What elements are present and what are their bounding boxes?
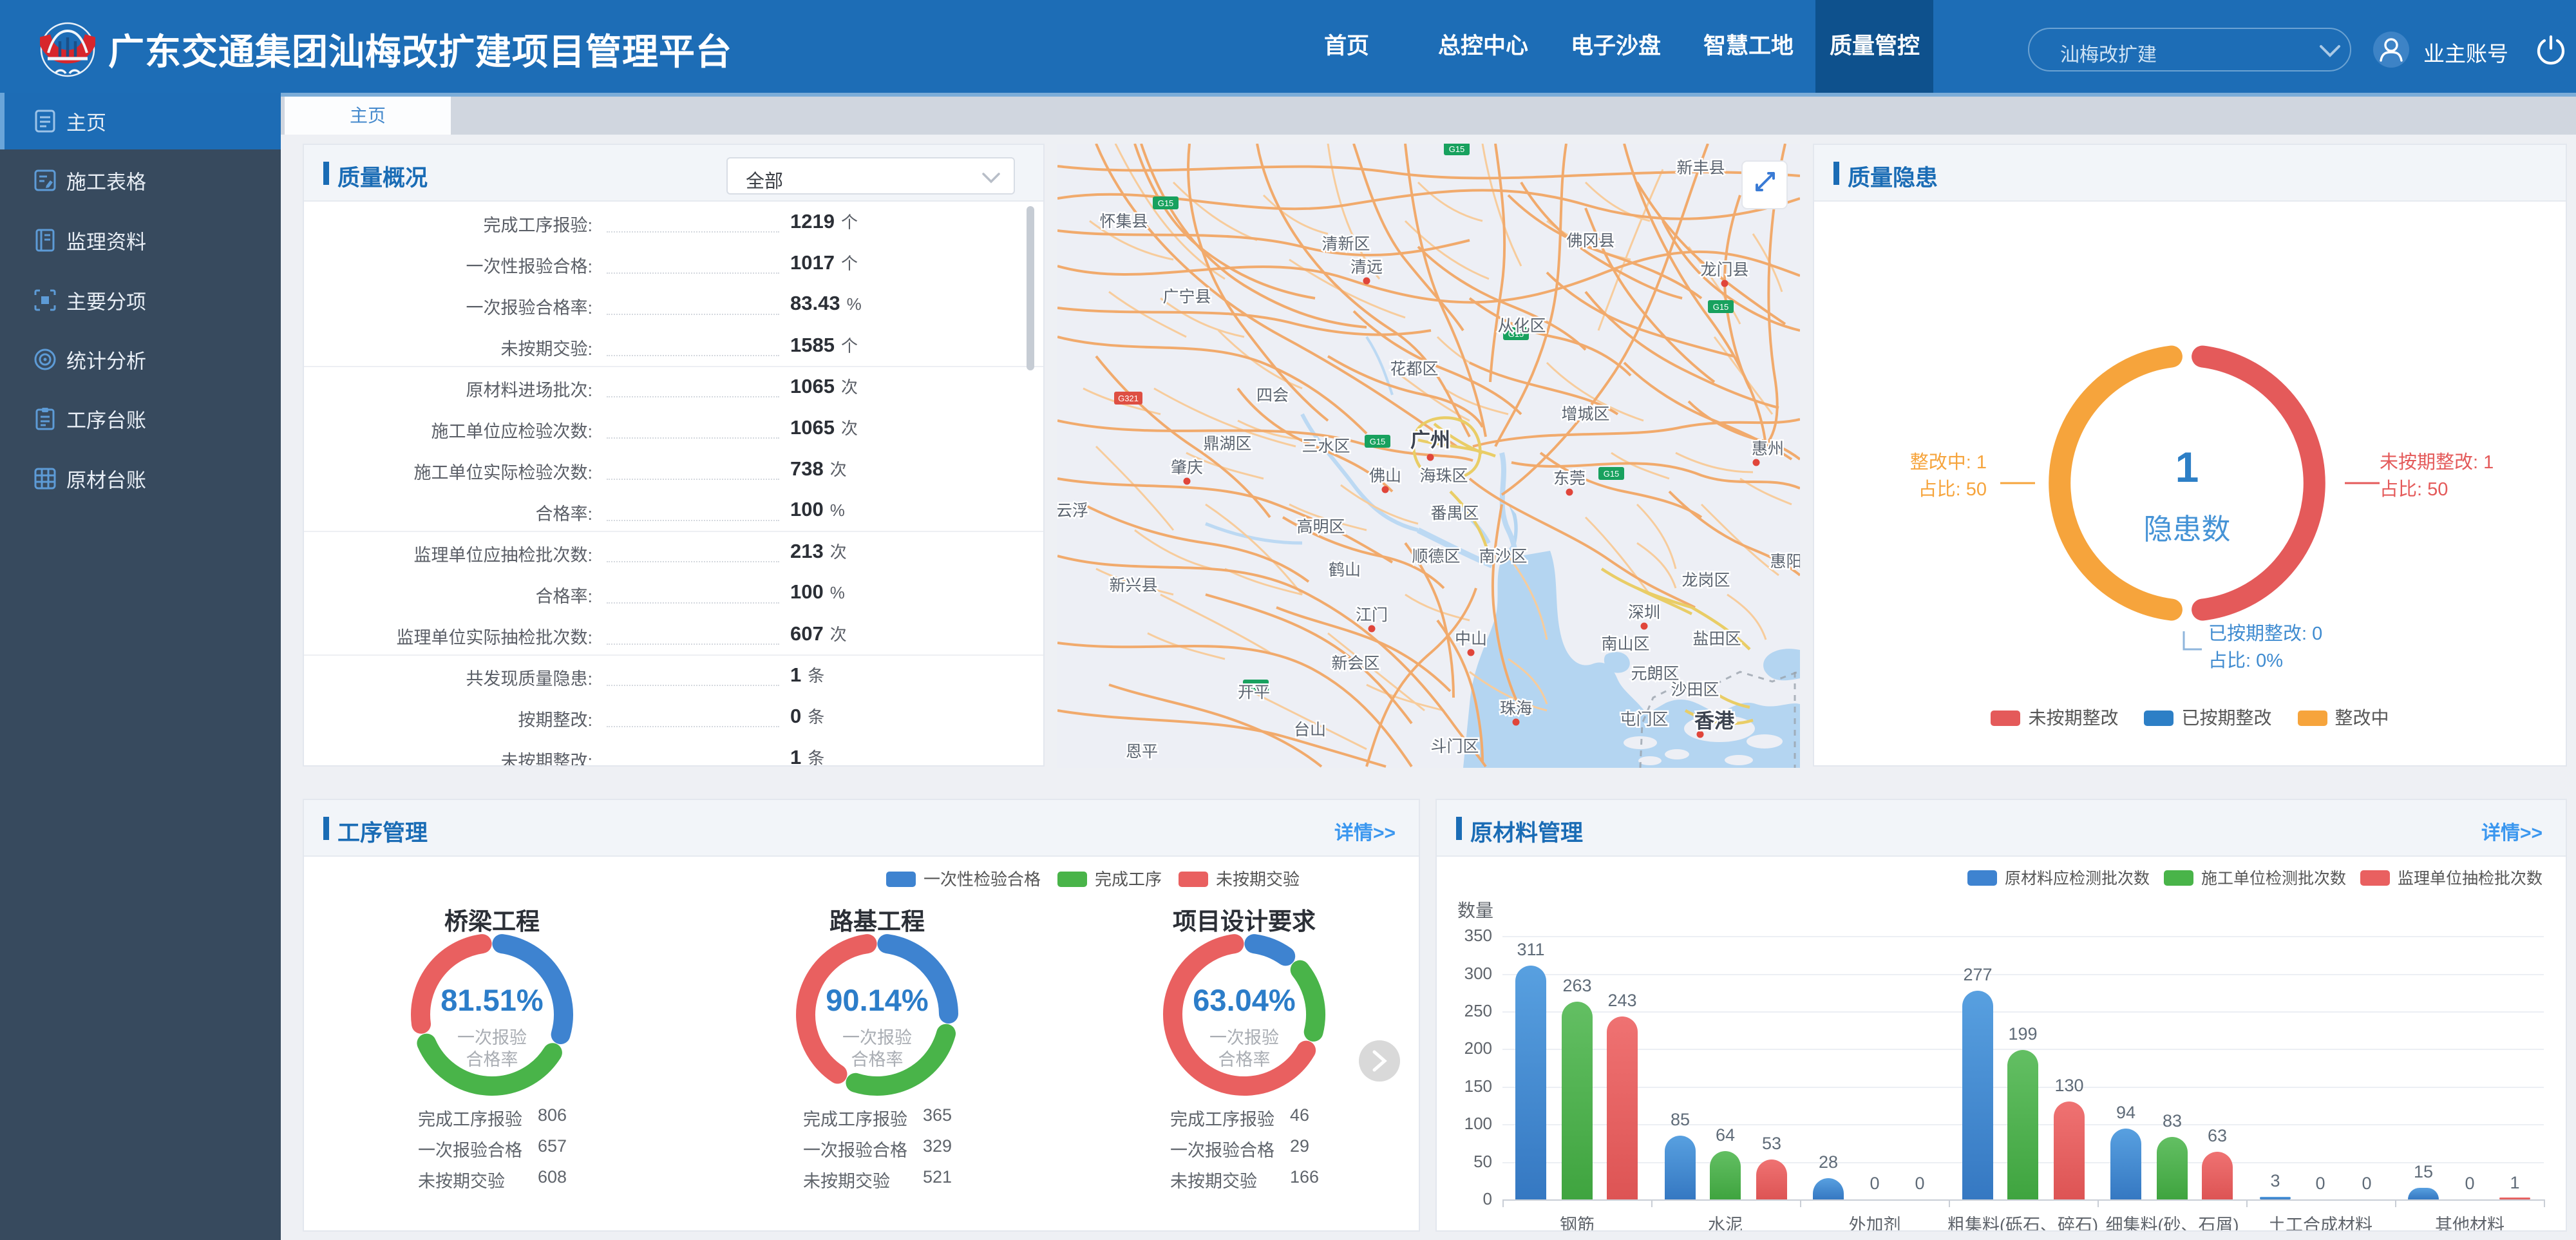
- svg-text:鹤山: 鹤山: [1329, 561, 1361, 579]
- svg-text:花都区: 花都区: [1390, 360, 1438, 378]
- svg-text:三水区: 三水区: [1302, 437, 1350, 455]
- svg-text:珠海: 珠海: [1500, 700, 1532, 718]
- svg-text:清远: 清远: [1350, 258, 1383, 276]
- svg-text:顺德区: 顺德区: [1412, 548, 1460, 566]
- svg-text:龙岗区: 龙岗区: [1681, 571, 1730, 589]
- svg-text:惠州: 惠州: [1752, 440, 1784, 458]
- svg-text:高明区: 高明区: [1296, 518, 1345, 536]
- svg-text:中山: 中山: [1455, 630, 1487, 648]
- svg-text:四会: 四会: [1256, 386, 1289, 405]
- svg-text:广宁县: 广宁县: [1162, 288, 1211, 306]
- svg-text:江门: 江门: [1356, 606, 1388, 624]
- svg-text:增城区: 增城区: [1561, 405, 1609, 423]
- svg-text:清新区: 清新区: [1321, 235, 1370, 253]
- svg-text:广州: 广州: [1410, 429, 1450, 452]
- svg-text:香港: 香港: [1694, 710, 1735, 732]
- svg-text:G15: G15: [1713, 302, 1729, 312]
- svg-text:肇庆: 肇庆: [1171, 459, 1203, 477]
- svg-text:G15: G15: [1604, 469, 1620, 479]
- svg-text:佛山: 佛山: [1369, 467, 1401, 485]
- svg-text:新丰县: 新丰县: [1676, 159, 1725, 177]
- svg-text:屯门区: 屯门区: [1620, 711, 1668, 729]
- svg-text:鼎湖区: 鼎湖区: [1203, 435, 1251, 453]
- svg-text:新会区: 新会区: [1331, 654, 1379, 672]
- svg-text:恩平: 恩平: [1126, 743, 1158, 761]
- svg-text:新兴县: 新兴县: [1109, 577, 1157, 595]
- svg-text:惠阳区: 惠阳区: [1770, 553, 1800, 571]
- svg-text:斗门区: 斗门区: [1430, 738, 1479, 756]
- svg-text:南山区: 南山区: [1601, 635, 1649, 653]
- svg-text:云浮: 云浮: [1057, 502, 1088, 520]
- svg-text:G15: G15: [1370, 437, 1386, 446]
- svg-text:深圳: 深圳: [1628, 604, 1660, 622]
- svg-text:东莞: 东莞: [1553, 470, 1586, 488]
- svg-text:番禺区: 番禺区: [1430, 504, 1479, 522]
- svg-text:龙门县: 龙门县: [1700, 261, 1748, 279]
- svg-text:开平: 开平: [1238, 683, 1270, 701]
- svg-text:怀集县: 怀集县: [1099, 213, 1148, 231]
- svg-text:台山: 台山: [1294, 721, 1326, 739]
- svg-text:G15: G15: [1449, 144, 1465, 154]
- svg-text:从化区: 从化区: [1497, 317, 1546, 335]
- svg-text:盐田区: 盐田区: [1692, 630, 1741, 648]
- svg-text:G321: G321: [1118, 394, 1139, 403]
- svg-text:元朗区: 元朗区: [1631, 665, 1679, 683]
- svg-text:海珠区: 海珠区: [1419, 467, 1468, 485]
- svg-text:南沙区: 南沙区: [1479, 548, 1527, 566]
- svg-text:G15: G15: [1158, 198, 1174, 208]
- svg-text:沙田区: 沙田区: [1671, 681, 1719, 699]
- svg-text:佛冈县: 佛冈县: [1566, 232, 1615, 250]
